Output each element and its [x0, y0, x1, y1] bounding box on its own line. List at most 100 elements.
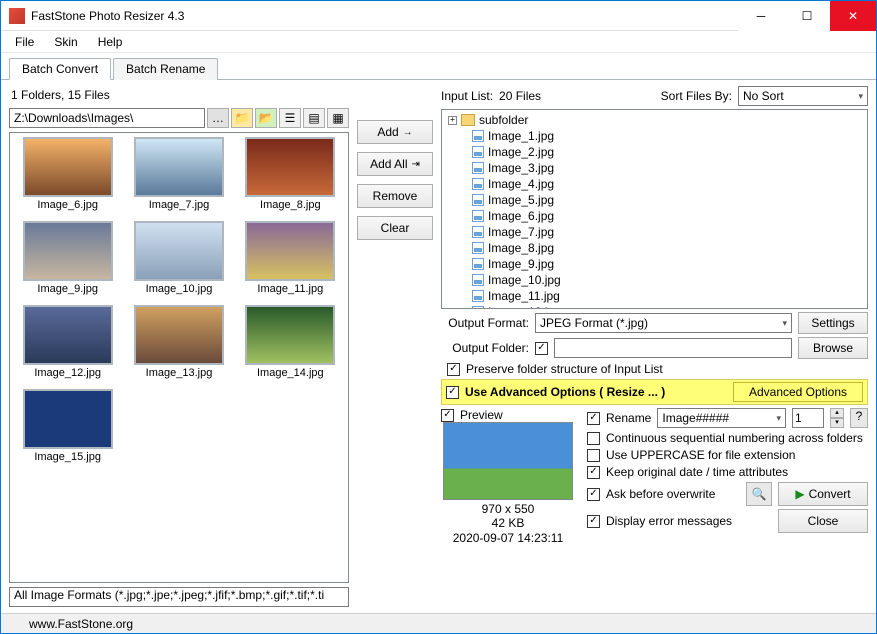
tree-file-row[interactable]: Image_7.jpg [444, 224, 865, 240]
search-icon[interactable]: 🔍 [746, 482, 772, 506]
folder-up-icon[interactable]: 📁 [231, 108, 253, 128]
folder-new-icon[interactable]: 📂 [255, 108, 277, 128]
input-file-tree[interactable]: + subfolder Image_1.jpgImage_2.jpgImage_… [441, 109, 868, 309]
output-folder-checkbox[interactable] [535, 342, 548, 355]
uppercase-label: Use UPPERCASE for file extension [606, 448, 795, 462]
thumb-item[interactable]: Image_15.jpg [14, 389, 121, 469]
tree-file-row[interactable]: Image_11.jpg [444, 288, 865, 304]
thumb-item[interactable]: Image_13.jpg [125, 305, 232, 385]
keepdate-label: Keep original date / time attributes [606, 465, 788, 479]
clear-button[interactable]: Clear [357, 216, 433, 240]
tabs: Batch Convert Batch Rename [1, 53, 876, 80]
tree-file-row[interactable]: Image_6.jpg [444, 208, 865, 224]
spin-up-button[interactable]: ▴ [830, 408, 844, 418]
view-list-icon[interactable]: ☰ [279, 108, 301, 128]
tree-file-row[interactable]: Image_8.jpg [444, 240, 865, 256]
rename-start-input[interactable] [792, 408, 824, 428]
thumb-image [245, 221, 335, 281]
menubar: File Skin Help [1, 31, 876, 53]
askoverwrite-label: Ask before overwrite [606, 487, 715, 501]
tree-file-row[interactable]: Image_3.jpg [444, 160, 865, 176]
continuous-checkbox[interactable] [587, 432, 600, 445]
thumb-image [23, 221, 113, 281]
chevron-down-icon: ▾ [776, 413, 781, 424]
close-button[interactable]: ✕ [830, 1, 876, 31]
menu-file[interactable]: File [7, 33, 42, 51]
menu-help[interactable]: Help [90, 33, 131, 51]
filter-dropdown[interactable]: All Image Formats (*.jpg;*.jpe;*.jpeg;*.… [9, 587, 349, 607]
window-title: FastStone Photo Resizer 4.3 [31, 9, 738, 23]
keepdate-checkbox[interactable] [587, 466, 600, 479]
displayerr-checkbox[interactable] [587, 515, 600, 528]
spin-down-button[interactable]: ▾ [830, 418, 844, 428]
output-format-select[interactable]: JPEG Format (*.jpg)▾ [535, 313, 792, 333]
convert-button[interactable]: ▶Convert [778, 482, 868, 506]
browse-button[interactable]: Browse [798, 337, 868, 359]
thumb-item[interactable]: Image_11.jpg [237, 221, 344, 301]
thumb-item[interactable]: Image_7.jpg [125, 137, 232, 217]
thumb-label: Image_9.jpg [37, 281, 98, 301]
path-browse-button[interactable]: … [207, 108, 229, 128]
uppercase-checkbox[interactable] [587, 449, 600, 462]
sort-select[interactable]: No Sort▾ [738, 86, 868, 106]
tree-file-row[interactable]: Image_4.jpg [444, 176, 865, 192]
minimize-button[interactable]: ─ [738, 1, 784, 31]
input-list-count: 20 Files [499, 89, 541, 103]
preview-image [443, 422, 573, 500]
output-folder-input[interactable] [554, 338, 792, 358]
tree-file-row[interactable]: Image_10.jpg [444, 272, 865, 288]
tab-batch-convert[interactable]: Batch Convert [9, 58, 111, 80]
view-details-icon[interactable]: ▤ [303, 108, 325, 128]
sort-label: Sort Files By: [661, 89, 732, 103]
tree-folder-row[interactable]: + subfolder [444, 112, 865, 128]
play-icon: ▶ [795, 487, 804, 501]
thumb-image [245, 305, 335, 365]
tree-file-row[interactable]: Image_1.jpg [444, 128, 865, 144]
advanced-options-button[interactable]: Advanced Options [733, 382, 863, 402]
file-icon [472, 130, 484, 142]
help-button[interactable]: ? [850, 408, 868, 428]
output-format-label: Output Format: [441, 316, 529, 330]
rename-pattern-input[interactable]: Image#####▾ [657, 408, 786, 428]
status-link[interactable]: www.FastStone.org [29, 617, 133, 631]
thumb-label: Image_10.jpg [146, 281, 213, 301]
preserve-checkbox[interactable] [447, 363, 460, 376]
tab-batch-rename[interactable]: Batch Rename [113, 58, 218, 80]
askoverwrite-checkbox[interactable] [587, 488, 600, 501]
output-folder-label: Output Folder: [441, 341, 529, 355]
folder-summary: 1 Folders, 15 Files [9, 86, 349, 104]
advanced-checkbox[interactable] [446, 386, 459, 399]
thumb-label: Image_6.jpg [37, 197, 98, 217]
settings-button[interactable]: Settings [798, 312, 868, 334]
path-input[interactable] [9, 108, 205, 128]
thumb-item[interactable]: Image_8.jpg [237, 137, 344, 217]
remove-button[interactable]: Remove [357, 184, 433, 208]
thumb-item[interactable]: Image_6.jpg [14, 137, 121, 217]
tree-file-row[interactable]: Image_9.jpg [444, 256, 865, 272]
tree-file-row[interactable]: Image_5.jpg [444, 192, 865, 208]
thumb-item[interactable]: Image_14.jpg [237, 305, 344, 385]
expand-icon[interactable]: + [448, 116, 457, 125]
thumb-image [134, 137, 224, 197]
view-thumb-icon[interactable]: ▦ [327, 108, 349, 128]
thumb-label: Image_14.jpg [257, 365, 324, 385]
maximize-button[interactable]: ☐ [784, 1, 830, 31]
add-button[interactable]: Add→ [357, 120, 433, 144]
thumb-item[interactable]: Image_12.jpg [14, 305, 121, 385]
rename-checkbox[interactable] [587, 412, 600, 425]
thumb-image [23, 305, 113, 365]
thumb-item[interactable]: Image_10.jpg [125, 221, 232, 301]
file-icon [472, 194, 484, 206]
thumb-image [23, 389, 113, 449]
close-dialog-button[interactable]: Close [778, 509, 868, 533]
add-all-button[interactable]: Add All⇥ [357, 152, 433, 176]
tree-file-row[interactable]: Image_12.jpg [444, 304, 865, 309]
thumbnail-panel[interactable]: Image_6.jpg Image_7.jpgImage_8.jpg Image_9… [9, 132, 349, 583]
thumb-item[interactable]: Image_9.jpg [14, 221, 121, 301]
preview-checkbox[interactable] [441, 409, 454, 422]
file-icon [472, 290, 484, 302]
advanced-options-row: Use Advanced Options ( Resize ... ) Adva… [441, 379, 868, 405]
tree-file-row[interactable]: Image_2.jpg [444, 144, 865, 160]
file-icon [472, 162, 484, 174]
menu-skin[interactable]: Skin [46, 33, 85, 51]
